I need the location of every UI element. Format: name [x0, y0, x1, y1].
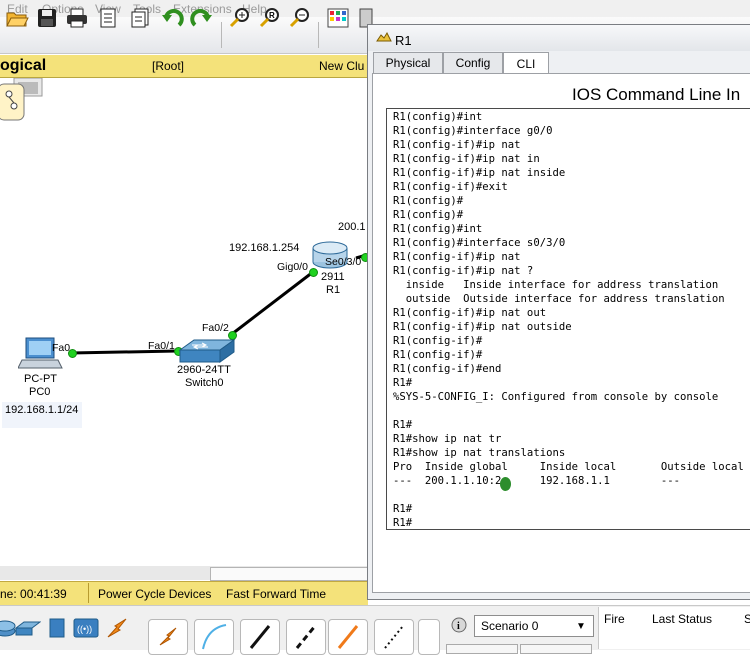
cli-console-text: R1(config)#int R1(config)#interface g0/0…	[393, 111, 744, 529]
new-scenario-button[interactable]	[446, 644, 518, 654]
root-label[interactable]: [Root]	[152, 59, 184, 73]
scrollbar-thumb[interactable]	[210, 567, 372, 581]
tab-physical[interactable]: Physical	[373, 52, 443, 73]
tab-config[interactable]: Config	[443, 52, 503, 73]
hub-category-icon[interactable]	[44, 615, 70, 641]
wireless-category-icon[interactable]: ((•))	[73, 615, 99, 641]
column-header-fire[interactable]: Fire	[604, 612, 625, 626]
r1-title-bar[interactable]	[368, 25, 750, 51]
pc-name-label: PC0	[29, 386, 51, 398]
router-lan-port-label: Gig0/0	[277, 261, 308, 273]
switch-category-icon[interactable]	[15, 615, 41, 641]
console-cable-icon[interactable]	[194, 619, 234, 655]
switch-icon[interactable]	[178, 338, 236, 364]
switch-router-link	[231, 270, 314, 336]
status-divider	[88, 583, 89, 603]
coaxial-cable-icon[interactable]	[418, 619, 440, 655]
router-window-icon	[376, 31, 392, 48]
notes-icon[interactable]	[126, 4, 154, 32]
chevron-down-icon[interactable]: ▼	[576, 621, 586, 632]
straight-through-cable-icon[interactable]	[240, 619, 280, 655]
save-icon[interactable]	[33, 4, 61, 32]
phone-cable-icon[interactable]	[374, 619, 414, 655]
workspace-bar	[0, 55, 370, 78]
auto-connection-icon[interactable]	[148, 619, 188, 655]
zoom-out-icon[interactable]	[286, 4, 314, 32]
column-header-last-status[interactable]: Last Status	[652, 612, 712, 626]
router-wan-port-label: Se0/3/0	[325, 256, 362, 268]
r1-window-title: R1	[395, 33, 412, 48]
undo-icon[interactable]	[158, 4, 186, 32]
pc-ip-label: 192.168.1.1/24	[2, 402, 82, 428]
pc-type-label: PC-PT	[24, 373, 57, 385]
zoom-in-icon[interactable]	[226, 4, 254, 32]
switch-port-fa01-label: Fa0/1	[148, 340, 175, 352]
router-wan-ip-label: 200.1	[338, 221, 366, 233]
logical-tab-label[interactable]: ogical	[0, 57, 46, 75]
zoom-reset-icon[interactable]: R	[256, 4, 284, 32]
redo-icon[interactable]	[188, 4, 216, 32]
router-model-label: 2911	[321, 271, 345, 283]
mouse-cursor	[500, 477, 511, 491]
router-lan-ip-label: 192.168.1.254	[229, 242, 300, 254]
crossover-cable-icon[interactable]	[286, 619, 326, 655]
router-name-label: R1	[326, 284, 341, 296]
svg-text:R: R	[269, 11, 275, 20]
delete-scenario-button[interactable]	[520, 644, 592, 654]
ios-cli-heading: IOS Command Line In	[572, 85, 741, 104]
info-icon[interactable]: i	[451, 617, 467, 636]
print-icon[interactable]	[63, 4, 91, 32]
new-cluster-button[interactable]: New Clu	[319, 59, 364, 73]
network-links	[70, 252, 370, 355]
tab-cli[interactable]: CLI	[503, 52, 549, 74]
palette-icon[interactable]	[324, 4, 352, 32]
fast-forward-button[interactable]: Fast Forward Time	[226, 587, 326, 601]
svg-text:((•)): ((•))	[77, 624, 92, 634]
fiber-cable-icon[interactable]	[328, 619, 368, 655]
power-cycle-button[interactable]: Power Cycle Devices	[98, 587, 211, 601]
activity-wizard-icon[interactable]	[94, 4, 122, 32]
switch-model-label: 2960-24TT	[177, 364, 231, 376]
cli-console[interactable]: R1(config)#int R1(config)#interface g0/0…	[386, 108, 750, 530]
scenario-select-value: Scenario 0	[481, 619, 539, 633]
switch-port-fa02-label: Fa0/2	[202, 322, 229, 334]
simulation-time: ne: 00:41:39	[0, 587, 67, 601]
svg-text:i: i	[457, 621, 460, 632]
pc-port-label: Fa0	[52, 342, 71, 354]
column-header-source[interactable]: S	[744, 612, 750, 626]
switch-name-label: Switch0	[185, 377, 224, 389]
open-folder-icon[interactable]	[3, 4, 31, 32]
connections-category-icon[interactable]	[104, 615, 130, 641]
